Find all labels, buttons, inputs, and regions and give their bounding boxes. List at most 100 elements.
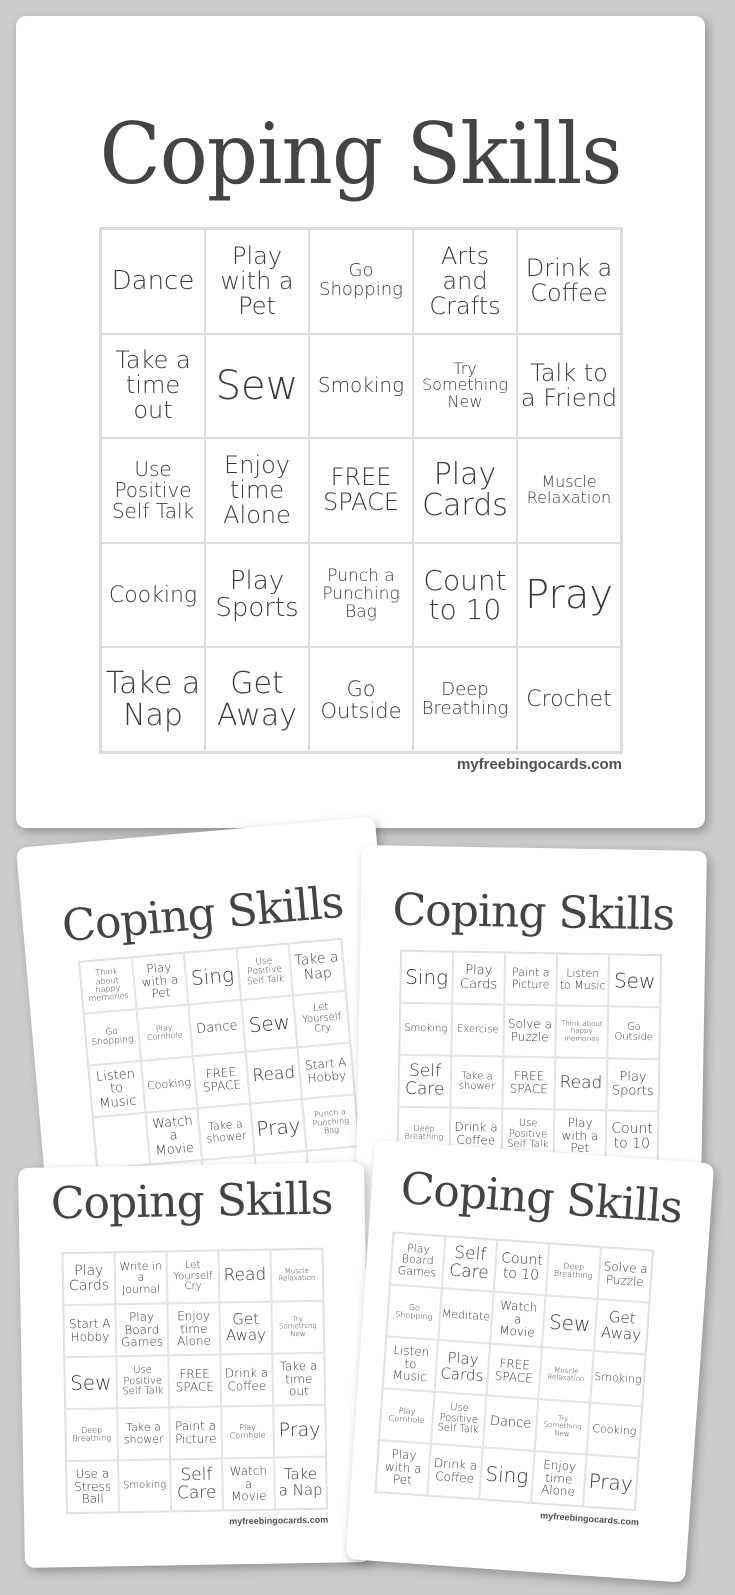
bingo-cell[interactable]: Dance — [482, 1395, 539, 1451]
bingo-cell[interactable]: Read — [245, 1047, 303, 1104]
bingo-cell[interactable]: Dance — [188, 999, 246, 1057]
bingo-cell[interactable]: Take a Nap — [101, 647, 205, 752]
bingo-cell[interactable]: FREE SPACE — [168, 1354, 222, 1408]
bingo-cell[interactable]: Smoking — [590, 1350, 646, 1407]
bingo-cell[interactable]: Get Away — [593, 1298, 650, 1355]
bingo-cell[interactable]: Read — [554, 1057, 608, 1111]
bingo-cell[interactable]: Play Cards — [413, 438, 517, 543]
bingo-cell[interactable]: Drink a Coffee — [517, 229, 621, 334]
bingo-card-thumbnail-bottom-left[interactable]: Coping Skills Play Cards Write in a Journ… — [18, 1161, 371, 1568]
bingo-cell[interactable]: Talk to a Friend — [517, 333, 621, 439]
bingo-cell[interactable]: Take a Nap — [288, 939, 346, 996]
bingo-cell[interactable]: Play Cards — [434, 1339, 491, 1396]
bingo-cell[interactable]: Take a shower — [450, 1055, 504, 1109]
bingo-cell[interactable]: Cooking — [101, 542, 205, 648]
bingo-cell[interactable]: Go Shopping — [83, 1009, 141, 1066]
bingo-cell[interactable]: Muscle Relaxation — [538, 1347, 594, 1403]
bingo-cell[interactable]: Play with a Pet — [131, 952, 189, 1010]
bingo-cell[interactable]: Take a time out — [101, 333, 205, 439]
bingo-cell[interactable]: Let Yourself Cry — [293, 990, 351, 1048]
bingo-cell[interactable]: Deep Breathing — [413, 647, 517, 752]
bingo-cell[interactable]: Enjoy time Alone — [205, 438, 309, 543]
bingo-cell[interactable]: Let Yourself Cry — [166, 1250, 220, 1304]
bingo-cell[interactable]: FREE SPACE — [193, 1051, 250, 1109]
bingo-cell[interactable]: Solve a Puzzle — [503, 1004, 557, 1058]
bingo-cell[interactable]: Use Positive Self Talk — [101, 438, 205, 543]
bingo-cell[interactable]: Self Care — [398, 1054, 452, 1108]
bingo-cell[interactable]: Solve a Puzzle — [597, 1247, 653, 1303]
bingo-cell[interactable]: Sew — [205, 333, 309, 439]
bingo-cell[interactable]: Pray — [517, 542, 621, 648]
bingo-cell[interactable]: Arts and Crafts — [413, 229, 517, 334]
bingo-cell[interactable]: Take a Nap — [274, 1456, 327, 1510]
bingo-cell[interactable]: Muscle Relaxation — [517, 438, 621, 543]
bingo-cell[interactable]: Get Away — [219, 1301, 273, 1355]
bingo-cell[interactable]: FREE SPACE — [486, 1343, 542, 1400]
bingo-cell[interactable]: Drink a Coffee — [427, 1443, 483, 1500]
bingo-cell[interactable]: Meditate — [438, 1288, 494, 1344]
bingo-cell[interactable]: Play Cornhole — [379, 1388, 435, 1444]
bingo-cell[interactable]: Try Something New — [271, 1300, 325, 1354]
bingo-cell[interactable]: Smoking — [399, 1002, 453, 1056]
bingo-cell[interactable]: Punch a Punching Bag — [309, 542, 413, 648]
bingo-cell[interactable]: Muscle Relaxation — [270, 1248, 324, 1302]
bingo-card-thumbnail-bottom-right[interactable]: Coping Skills Play Board Games Self Care C… — [345, 1140, 715, 1583]
bingo-cell[interactable]: Sing — [479, 1447, 535, 1503]
bingo-cell[interactable]: Take a time out — [272, 1352, 326, 1406]
bingo-cell[interactable]: Write in a Journal — [114, 1251, 168, 1305]
bingo-cell[interactable]: Exercise — [451, 1003, 505, 1057]
bingo-cell[interactable]: Go Shopping — [386, 1284, 442, 1340]
bingo-cell[interactable]: Dance — [101, 229, 205, 334]
bingo-cell[interactable]: Pray — [582, 1454, 639, 1511]
bingo-cell[interactable]: Sew — [240, 995, 298, 1052]
bingo-cell[interactable]: Watch a Movie — [490, 1291, 546, 1348]
bingo-cell[interactable]: Use Positive Self Talk — [236, 943, 294, 1000]
bingo-cell[interactable]: Paint a Picture — [169, 1406, 223, 1460]
bingo-cell[interactable]: Think about happy memories — [555, 1005, 609, 1059]
bingo-cell[interactable]: Play Board Games — [389, 1232, 446, 1289]
bingo-cell[interactable]: Use Positive Self Talk — [430, 1391, 487, 1448]
bingo-cell[interactable]: Sing — [400, 950, 454, 1004]
bingo-cell[interactable]: Listen to Music — [88, 1060, 146, 1118]
bingo-cell[interactable]: Go Outside — [309, 647, 413, 752]
bingo-cell[interactable]: Think about happy memories — [79, 957, 137, 1014]
bingo-cell[interactable]: Play Cards — [62, 1252, 116, 1306]
bingo-cell[interactable]: Watch a Movie — [222, 1457, 276, 1511]
bingo-cell[interactable]: Get Away — [205, 647, 309, 752]
bingo-card-main[interactable]: Coping Skills Dance Play with a Pet Go Sho… — [16, 16, 705, 828]
bingo-cell[interactable]: Pray — [273, 1404, 327, 1458]
bingo-cell[interactable]: Sew — [64, 1356, 118, 1410]
bingo-cell[interactable]: Count to 10 — [605, 1110, 659, 1164]
bingo-cell[interactable]: Count to 10 — [493, 1239, 550, 1296]
bingo-cell[interactable]: Try Something New — [534, 1399, 591, 1455]
bingo-cell[interactable]: FREE SPACE — [502, 1056, 556, 1110]
bingo-cell[interactable]: Drink a Coffee — [220, 1353, 274, 1407]
bingo-cell[interactable]: Play Sports — [606, 1058, 660, 1112]
bingo-cell[interactable]: Cooking — [140, 1056, 198, 1113]
bingo-cell[interactable]: Read — [218, 1249, 272, 1303]
bingo-cell[interactable]: Crochet — [517, 647, 621, 752]
bingo-cell[interactable]: Smoking — [118, 1459, 172, 1513]
bingo-cell[interactable]: Go Outside — [607, 1006, 661, 1060]
bingo-cell[interactable]: Smoking — [309, 333, 413, 439]
bingo-cell[interactable]: Play Sports — [205, 542, 309, 648]
bingo-cell[interactable]: Play Board Games — [115, 1303, 169, 1357]
bingo-cell[interactable]: Enjoy time Alone — [531, 1450, 587, 1507]
bingo-cell[interactable]: Start A Hobby — [297, 1042, 355, 1099]
bingo-cell[interactable]: Play Cards — [452, 951, 506, 1005]
bingo-cell[interactable]: Sew — [608, 954, 662, 1008]
bingo-cell[interactable]: Play with a Pet — [375, 1440, 431, 1496]
bingo-cell[interactable]: Sew — [541, 1295, 598, 1351]
bingo-cell[interactable]: Self Care — [170, 1458, 224, 1512]
bingo-cell[interactable]: Cooking — [586, 1402, 643, 1459]
bingo-cell[interactable]: Watch a Movie — [145, 1108, 203, 1165]
bingo-cell[interactable]: Use Positive Self Talk — [116, 1355, 170, 1409]
bingo-cell[interactable]: Deep Breathing — [65, 1408, 119, 1462]
bingo-cell[interactable]: Take a shower — [197, 1103, 255, 1160]
bingo-cell[interactable]: Use a Stress Ball — [66, 1460, 120, 1514]
bingo-cell[interactable]: Listen to Music — [556, 953, 610, 1007]
bingo-cell[interactable]: Listen to Music — [382, 1336, 439, 1392]
bingo-cell[interactable]: Play Cornhole — [136, 1004, 194, 1061]
bingo-cell[interactable]: Start A Hobby — [63, 1304, 117, 1358]
bingo-cell[interactable]: Play Cornhole — [221, 1405, 275, 1459]
